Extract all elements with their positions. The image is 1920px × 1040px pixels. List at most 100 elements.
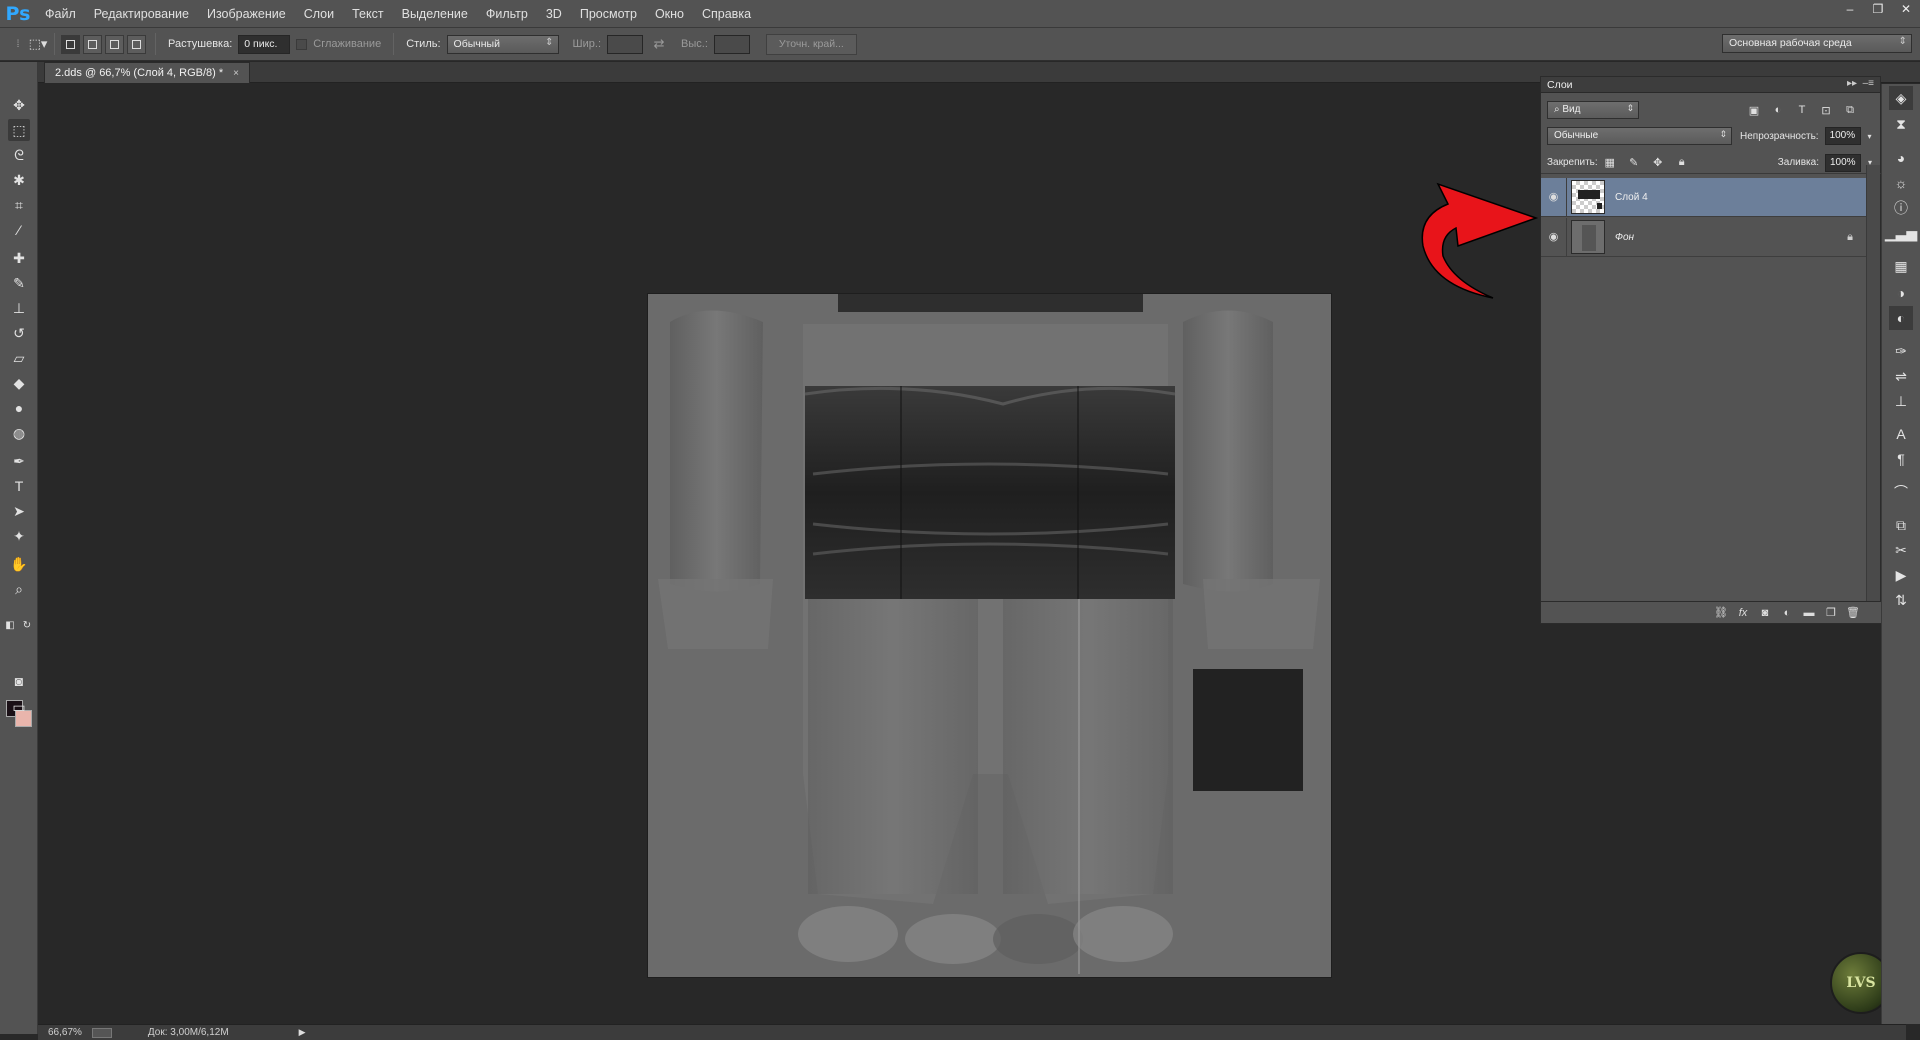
filter-pixel-icon[interactable]: ▣ (1745, 102, 1763, 118)
type-tool-icon[interactable]: T (8, 475, 30, 497)
styles-panel-icon[interactable]: ◑ (1889, 281, 1913, 305)
link-icon[interactable]: ⛓ (1710, 606, 1732, 619)
filter-smart-object-icon[interactable]: ⧉ (1841, 102, 1859, 118)
adjustments-panel-icon[interactable]: ◐ (1889, 306, 1913, 330)
path-selection-tool-icon[interactable]: ➤ (8, 500, 30, 522)
quick-mask-icon[interactable]: ◙ (8, 670, 30, 692)
layer-filter-select[interactable]: ⌕ Вид (1547, 101, 1639, 119)
document-tab[interactable]: 2.dds @ 66,7% (Слой 4, RGB/8) * × (44, 62, 250, 83)
opacity-dropdown-icon[interactable]: ▾ (1864, 128, 1876, 144)
color-panel-icon[interactable]: ◕ (1889, 146, 1913, 170)
blend-mode-select[interactable]: Обычные (1547, 127, 1732, 145)
custom-shape-tool-icon[interactable]: ✦ (8, 525, 30, 547)
close-window-button[interactable]: ✕ (1892, 0, 1920, 18)
crop-tool-icon[interactable]: ⌗ (8, 194, 30, 216)
fill-input[interactable]: 100% (1825, 153, 1861, 172)
layers-scrollbar[interactable] (1866, 165, 1880, 601)
new-selection-icon[interactable] (61, 34, 80, 54)
menu-layer[interactable]: Слои (295, 0, 343, 28)
height-input[interactable] (713, 34, 750, 54)
layers-panel-icon[interactable]: ◈ (1889, 86, 1913, 110)
adjustment-icon[interactable]: ◐ (1776, 607, 1798, 619)
lock-position-icon[interactable]: ✥ (1649, 155, 1667, 171)
actions-panel-icon[interactable]: ▶ (1889, 563, 1913, 587)
layers-panel-title[interactable]: Слои (1547, 79, 1573, 91)
refine-edge-button[interactable]: Уточн. край... (765, 33, 857, 55)
eraser-tool-icon[interactable]: ▱ (8, 347, 30, 369)
screen-mode-icon[interactable]: ▭ (8, 696, 30, 718)
swatches-panel-icon[interactable]: ▦ (1889, 254, 1913, 278)
menu-type[interactable]: Текст (343, 0, 392, 28)
marquee-preset-icon[interactable]: ⬚▾ (28, 34, 48, 54)
paint-bucket-tool-icon[interactable]: ◆ (8, 372, 30, 394)
paths-panel-icon[interactable]: ⌒ (1889, 480, 1913, 504)
hand-tool-icon[interactable]: ✋ (8, 553, 30, 575)
lock-all-icon[interactable]: 🔒︎ (1673, 155, 1691, 171)
channels-panel-icon[interactable]: ⧉ (1889, 513, 1913, 537)
restore-button[interactable]: ❐ (1864, 0, 1892, 18)
visibility-eye-icon[interactable]: ◉ (1541, 177, 1567, 217)
default-colors-icon[interactable]: ◧ (3, 618, 17, 632)
marquee-tool-icon[interactable]: ⬚ (8, 119, 30, 141)
mask-icon[interactable]: ◙ (1754, 607, 1776, 619)
clone-source-icon[interactable]: ⊥ (1889, 389, 1913, 413)
opacity-input[interactable]: 100% (1824, 127, 1861, 145)
subtract-selection-icon[interactable] (105, 34, 124, 54)
visibility-eye-icon[interactable]: ◉ (1541, 217, 1567, 257)
menu-edit[interactable]: Редактирование (85, 0, 198, 28)
minimize-button[interactable]: – (1836, 0, 1864, 18)
filter-adjustment-icon[interactable]: ◐ (1769, 102, 1787, 118)
lasso-tool-icon[interactable]: ᘓ (8, 144, 30, 166)
status-menu-arrow-icon[interactable]: ▶ (299, 1027, 306, 1038)
menu-file[interactable]: Файл (36, 0, 85, 28)
swap-colors-icon[interactable]: ↻ (20, 618, 34, 632)
blur-tool-icon[interactable]: ● (8, 397, 30, 419)
brush-presets-icon[interactable]: ✑ (1889, 339, 1913, 363)
clone-stamp-tool-icon[interactable]: ⊥ (8, 297, 30, 319)
histogram-panel-icon[interactable]: ▁▃▅ (1885, 221, 1917, 245)
healing-brush-tool-icon[interactable]: ✚ (8, 247, 30, 269)
menu-image[interactable]: Изображение (198, 0, 295, 28)
width-input[interactable] (607, 34, 644, 54)
canvas-area[interactable]: LVS (38, 84, 1892, 1024)
zoom-tool-icon[interactable]: ⌕ (8, 578, 30, 600)
antialias-checkbox[interactable] (296, 38, 308, 50)
brightness-panel-icon[interactable]: ☼ (1889, 171, 1913, 195)
feather-input[interactable]: 0 пикс. (238, 34, 291, 54)
brush-tool-icon[interactable]: ✎ (8, 272, 30, 294)
move-tool-icon[interactable]: ✥ (8, 94, 30, 116)
folder-icon[interactable]: ▬ (1798, 607, 1820, 619)
layer-row-sloi4[interactable]: ◉ Слой 4 (1541, 177, 1867, 217)
history-brush-tool-icon[interactable]: ↺ (8, 322, 30, 344)
panel-menu-icon[interactable]: ▸▸ –≡ (1847, 78, 1874, 89)
menu-select[interactable]: Выделение (393, 0, 477, 28)
history-panel-icon[interactable]: ⧗ (1889, 112, 1913, 136)
menu-view[interactable]: Просмотр (571, 0, 646, 28)
layer-name[interactable]: Слой 4 (1615, 192, 1648, 203)
tool-presets-icon[interactable]: ✂ (1889, 538, 1913, 562)
character-panel-icon[interactable]: A (1889, 422, 1913, 446)
magic-wand-tool-icon[interactable]: ✱ (8, 169, 30, 191)
close-tab-icon[interactable]: × (233, 68, 239, 79)
add-selection-icon[interactable] (83, 34, 102, 54)
lock-transparency-icon[interactable]: ▦ (1601, 155, 1619, 171)
pen-tool-icon[interactable]: ✒ (8, 450, 30, 472)
zoom-level[interactable]: 66,67% (48, 1027, 82, 1038)
menu-help[interactable]: Справка (693, 0, 760, 28)
brush-panel-icon[interactable]: ⇌ (1889, 364, 1913, 388)
layer-row-fon[interactable]: ◉ Фон 🔒︎ (1541, 217, 1867, 257)
layer-comps-icon[interactable]: ⇅ (1889, 588, 1913, 612)
fx-icon[interactable]: fx (1732, 607, 1754, 619)
filter-shape-icon[interactable]: ⊡ (1817, 102, 1835, 118)
filter-type-icon[interactable]: T (1793, 102, 1811, 118)
style-select[interactable]: Обычный (446, 34, 559, 54)
layer-name[interactable]: Фон (1615, 232, 1634, 243)
lock-pixels-icon[interactable]: ✎ (1625, 155, 1643, 171)
swap-dimensions-icon[interactable]: ⇄ (649, 34, 669, 54)
workspace-select[interactable]: Основная рабочая среда (1722, 34, 1912, 53)
info-panel-icon[interactable]: ⓘ (1889, 196, 1913, 220)
dodge-tool-icon[interactable]: ◍ (8, 422, 30, 444)
menu-3d[interactable]: 3D (537, 0, 571, 28)
new-layer-icon[interactable]: ❐ (1820, 606, 1842, 619)
document-canvas[interactable] (648, 294, 1331, 977)
